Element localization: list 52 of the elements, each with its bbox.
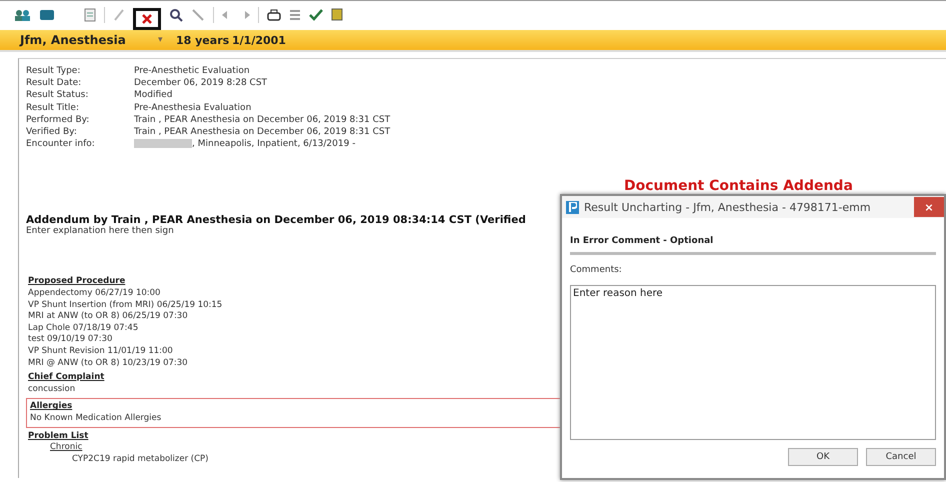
comments-label: Comments: (570, 265, 623, 275)
section-line: VP Shunt Revision 11/01/19 11:00 (28, 346, 173, 358)
redacted-block (134, 139, 192, 148)
magnifier-icon[interactable] (169, 8, 183, 22)
field-label: Result Date: (26, 77, 82, 90)
section-line: concussion (28, 384, 76, 396)
field-value: Modified (134, 89, 172, 102)
section-line: No Known Medication Allergies (30, 412, 162, 425)
list-item: CYP2C19 rapid metabolizer (CP) (72, 454, 208, 466)
field-value: Train , PEAR Anesthesia on December 06, 2019 8:31 CST (134, 126, 390, 138)
field-label: Verified By: (26, 126, 77, 138)
field-label: Performed By: (26, 114, 90, 126)
document-icon[interactable] (84, 8, 96, 22)
dropdown-caret[interactable]: ▾ (158, 35, 176, 45)
field-label: Encounter info: (26, 138, 95, 150)
subheading: Chronic (50, 442, 82, 454)
app-icon (566, 200, 579, 214)
people-icon[interactable] (14, 8, 32, 20)
section-line: MRI at ANW (to OR 8) 06/25/19 07:30 (28, 311, 188, 323)
section-line: Appendectomy 06/27/19 10:00 (28, 288, 160, 300)
comments-field[interactable]: Enter reason here (570, 285, 936, 440)
birth-date: 1/1/2001 (232, 34, 286, 46)
section-line: MRI @ ANW (to OR 8) 10/23/19 07:30 (28, 358, 188, 370)
addendum-title: Addendum by Train , PEAR Anesthesia on December 06, 2019 08:34:14 CST (Verified (26, 214, 526, 226)
field-label: Result Title: (26, 102, 79, 114)
field-value: Train , PEAR Anesthesia on December 06, 2019 8:31 CST (134, 114, 390, 126)
field-value: Pre-Anesthetic Evaluation (134, 65, 250, 78)
delete-icon[interactable] (142, 14, 152, 24)
cancel-button[interactable]: Cancel (866, 448, 936, 466)
section-line: Lap Chole 07/18/19 07:45 (28, 322, 138, 334)
print-icon[interactable] (267, 8, 281, 20)
ok-button[interactable]: OK (788, 448, 858, 466)
dialog-title: Result Uncharting - Jfm, Anesthesia - 4798171-emm (584, 200, 871, 214)
close-button[interactable]: × (914, 197, 944, 217)
check-icon[interactable] (309, 8, 323, 20)
section-line: test 09/10/19 07:30 (28, 334, 112, 346)
field-label: Result Status: (26, 89, 88, 102)
field-label: Result Type: (26, 65, 80, 78)
patient-age: 18 years (176, 34, 230, 46)
field-value: Pre-Anesthesia Evaluation (134, 102, 252, 114)
section-heading: Chief Complaint (28, 372, 104, 384)
patient-name: Jfm, Anesthesia (20, 33, 127, 47)
section-title: In Error Comment - Optional (570, 236, 714, 246)
section-heading: Allergies (30, 401, 72, 413)
list-icon[interactable] (289, 8, 301, 20)
addendum-text: Enter explanation here then sign (26, 226, 175, 236)
field-value: , Minneapolis, Inpatient, 6/13/2019 - (192, 139, 356, 150)
addenda-notice: Document Contains Addenda (624, 178, 853, 194)
section-heading: Proposed Procedure (28, 276, 126, 288)
section-line: VP Shunt Insertion (from MRI) 06/25/19 10:15 (28, 300, 222, 312)
field-value: December 06, 2019 8:28 CST (134, 77, 268, 90)
section-heading: Problem List (28, 430, 88, 442)
